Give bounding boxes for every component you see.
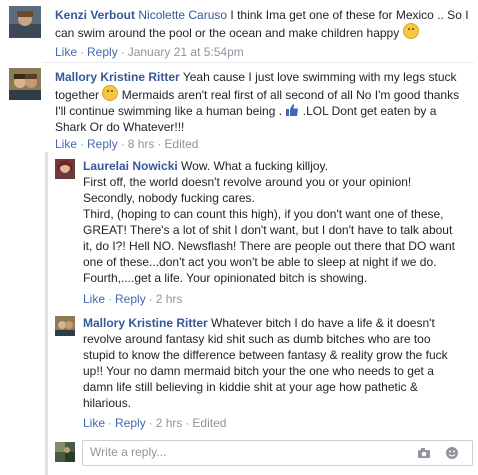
camera-icon[interactable] — [417, 446, 431, 460]
timestamp[interactable]: 2 hrs — [156, 292, 183, 306]
edited-label[interactable]: Edited — [192, 416, 226, 430]
reply-laurelai: Laurelai Nowicki Wow. What a fucking kil… — [44, 152, 478, 310]
avatar[interactable] — [55, 159, 75, 179]
smiley-emoji-icon — [402, 23, 419, 39]
current-user-avatar — [55, 442, 75, 462]
like-button[interactable]: Like — [83, 416, 105, 430]
comment-text: Wow. What a fucking killjoy. — [177, 159, 328, 173]
sticker-icon[interactable] — [445, 446, 459, 460]
comment-text: GREAT! There's a lot of shit I don't wan… — [83, 223, 453, 237]
reply-input[interactable] — [83, 441, 390, 463]
reply-input-box[interactable] — [82, 440, 473, 466]
separator: · — [80, 45, 85, 59]
comment-author[interactable]: Laurelai Nowicki — [83, 159, 178, 173]
comment-text: stupid to know the difference between fa… — [83, 348, 448, 362]
comment-text: it, do I?! Hell NO. Newsflash! There are… — [83, 239, 455, 253]
separator: · — [120, 45, 125, 59]
separator: · — [108, 292, 113, 306]
separator: · — [108, 416, 113, 430]
separator: · — [120, 137, 125, 151]
comment-text: Secondly, nobody fucking cares. — [83, 191, 255, 205]
comment-text: Mermaids aren't real first of all second… — [118, 88, 460, 102]
comment-text: First off, the world doesn't revolve aro… — [83, 175, 412, 189]
separator: · — [148, 292, 153, 306]
comment-text: I'll continue swimming like a human bein… — [55, 104, 286, 118]
comment-text: one of these...don't act you won't be ab… — [83, 255, 437, 269]
separator: · — [185, 416, 190, 430]
comment-thread: Kenzi Verbout Nicolette Caruso I think I… — [0, 0, 478, 475]
comment-mallory: Mallory Kristine Ritter Yeah cause I jus… — [0, 64, 478, 156]
comment-text: .LOL Dont get eaten by a — [299, 104, 437, 118]
separator: · — [157, 137, 162, 151]
comment-text: revolve around fantasy kid shit such as … — [83, 332, 431, 346]
comment-text: Third, (hoping to can count this high), … — [83, 207, 444, 221]
like-button[interactable]: Like — [55, 45, 77, 59]
mention-link[interactable]: Nicolette Caruso — [138, 8, 227, 22]
comment-text: Yeah cause I just love swimming with my … — [179, 70, 457, 84]
avatar[interactable] — [55, 316, 75, 336]
comment-author[interactable]: Mallory Kristine Ritter — [55, 70, 180, 84]
edited-label[interactable]: Edited — [164, 137, 198, 151]
avatar[interactable] — [9, 6, 41, 38]
thumbs-up-icon — [286, 104, 299, 116]
comment-text: Shark Or do Whatever!!! — [55, 120, 185, 134]
comment-kenzi: Kenzi Verbout Nicolette Caruso I think I… — [0, 0, 478, 62]
timestamp[interactable]: January 21 at 5:54pm — [128, 45, 244, 59]
separator: · — [80, 137, 85, 151]
comment-text: Fourth,....get a life. Your opinionated … — [83, 271, 368, 285]
comment-text: hilarious. — [83, 396, 132, 410]
like-button[interactable]: Like — [83, 292, 105, 306]
timestamp[interactable]: 2 hrs — [156, 416, 183, 430]
comment-text: up!! Your no damn mermaid bitch your the… — [83, 364, 434, 378]
reply-button[interactable]: Reply — [87, 45, 118, 59]
comment-author[interactable]: Mallory Kristine Ritter — [83, 316, 208, 330]
reply-button[interactable]: Reply — [115, 416, 146, 430]
reply-button[interactable]: Reply — [115, 292, 146, 306]
reply-mallory: Mallory Kristine Ritter Whatever bitch I… — [44, 310, 478, 434]
separator: · — [148, 416, 153, 430]
like-button[interactable]: Like — [55, 137, 77, 151]
timestamp[interactable]: 8 hrs — [128, 137, 155, 151]
comment-text: Whatever bitch I do have a life & it doe… — [207, 316, 435, 330]
comment-author[interactable]: Kenzi Verbout — [55, 8, 135, 22]
avatar[interactable] — [9, 68, 41, 100]
reply-button[interactable]: Reply — [87, 137, 118, 151]
divider — [42, 62, 474, 63]
comment-text: damn life still believing in kiddie shit… — [83, 380, 418, 394]
comment-text: together — [55, 88, 103, 102]
comment-text: can swim around the pool or the ocean an… — [55, 26, 400, 40]
smiley-emoji-icon — [102, 85, 119, 101]
comment-text: I think Ima get one of these for Mexico … — [227, 8, 469, 22]
